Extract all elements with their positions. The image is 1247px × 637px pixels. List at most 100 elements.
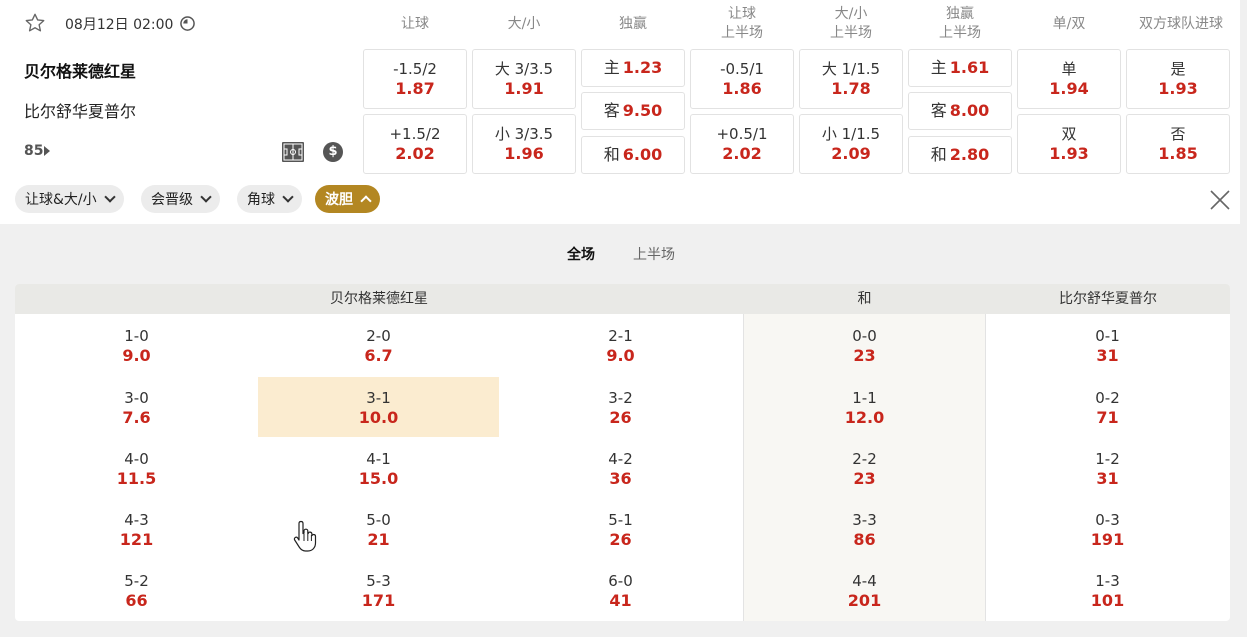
score-label: 2-2	[852, 450, 877, 468]
score-cell[interactable]: 6-0 41	[500, 560, 741, 620]
odd-total-under[interactable]: 小 3/3.5 1.96	[472, 114, 576, 174]
score-odds: 86	[853, 530, 876, 549]
score-odds: 171	[361, 591, 396, 610]
header-handicap-half: 让球 上半场	[721, 6, 763, 41]
score-cell[interactable]: 0-1 31	[987, 315, 1228, 375]
filter-chip-corners[interactable]: 角球	[237, 185, 302, 213]
score-cell[interactable]: 0-0 23	[744, 315, 985, 375]
score-cell[interactable]: 4-1 15.0	[258, 438, 499, 498]
score-cell[interactable]: 4-3 121	[16, 499, 257, 559]
score-cell[interactable]: 4-2 36	[500, 438, 741, 498]
score-label: 3-1	[366, 389, 391, 407]
odd-handicap-half-away[interactable]: +0.5/1 2.02	[690, 114, 794, 174]
header-total-half: 大/小 上半场	[830, 6, 872, 41]
grid-header-home: 贝尔格莱德红星	[330, 291, 428, 307]
odd-handicap-home[interactable]: -1.5/2 1.87	[363, 49, 467, 109]
score-cell[interactable]: 3-2 26	[500, 377, 741, 437]
score-odds: 9.0	[606, 346, 635, 365]
score-odds: 10.0	[358, 408, 399, 427]
away-team-name: 比尔舒华夏普尔	[24, 102, 137, 121]
chevron-down-icon	[103, 190, 116, 203]
odd-win-half-draw[interactable]: 和 2.80	[908, 136, 1012, 174]
odd-total-half-under[interactable]: 小 1/1.5 2.09	[799, 114, 903, 174]
score-label: 3-0	[124, 389, 149, 407]
score-odds: 36	[609, 469, 632, 488]
score-label: 3-3	[852, 511, 877, 529]
filter-chip-handicap-total[interactable]: 让球&大/小	[15, 185, 124, 213]
filter-chip-correct-score[interactable]: 波胆	[315, 185, 380, 213]
filter-chip-qualify[interactable]: 会晋级	[141, 185, 220, 213]
pitch-icon[interactable]	[282, 142, 304, 162]
score-cell[interactable]: 2-2 23	[744, 438, 985, 498]
score-odds: 26	[609, 530, 632, 549]
score-odds: 9.0	[122, 346, 151, 365]
score-cell[interactable]: 4-0 11.5	[16, 438, 257, 498]
score-cell[interactable]: 1-2 31	[987, 438, 1228, 498]
odd-handicap-half-home[interactable]: -0.5/1 1.86	[690, 49, 794, 109]
odd-btts-no[interactable]: 否 1.85	[1126, 114, 1230, 174]
score-cell[interactable]: 5-2 66	[16, 560, 257, 620]
match-card: 08月12日 02:00 贝尔格莱德红星 比尔舒华夏普尔 85 $ 让球 大/小…	[0, 0, 1240, 224]
score-cell[interactable]: 1-0 9.0	[16, 315, 257, 375]
score-odds: 191	[1090, 530, 1125, 549]
score-odds: 6.7	[364, 346, 393, 365]
header-odd-even: 单/双	[1052, 15, 1086, 32]
odd-win-home[interactable]: 主 1.23	[581, 49, 685, 87]
score-cell[interactable]: 2-1 9.0	[500, 315, 741, 375]
score-label: 5-1	[608, 511, 633, 529]
odd-win-half-home[interactable]: 主 1.61	[908, 49, 1012, 87]
score-cell[interactable]: 4-4 201	[744, 560, 985, 620]
score-label: 4-4	[852, 572, 877, 590]
score-odds: 31	[1096, 469, 1119, 488]
correct-score-grid: 贝尔格莱德红星 和 比尔舒华夏普尔 1-0 9.0 2-0 6.7 2-1 9.0 3-0 7…	[15, 284, 1230, 621]
dollar-icon[interactable]: $	[323, 142, 343, 162]
score-odds: 12.0	[844, 408, 885, 427]
score-odds: 201	[847, 591, 882, 610]
more-markets-count[interactable]: 85	[24, 143, 43, 159]
match-betting-panel: 08月12日 02:00 贝尔格莱德红星 比尔舒华夏普尔 85 $ 让球 大/小…	[0, 0, 1247, 637]
tab-full-time[interactable]: 全场	[567, 244, 595, 264]
score-cell[interactable]: 5-1 26	[500, 499, 741, 559]
odd-handicap-away[interactable]: +1.5/2 2.02	[363, 114, 467, 174]
close-icon[interactable]	[1208, 188, 1232, 212]
score-cell[interactable]: 0-3 191	[987, 499, 1228, 559]
score-label: 4-0	[124, 450, 149, 468]
score-odds: 23	[853, 346, 876, 365]
score-odds: 7.6	[122, 408, 151, 427]
score-cell[interactable]: 3-1 10.0	[258, 377, 499, 437]
score-odds: 31	[1096, 346, 1119, 365]
score-odds: 71	[1096, 408, 1119, 427]
score-odds: 41	[609, 591, 632, 610]
home-team-name: 贝尔格莱德红星	[24, 62, 137, 81]
odd-total-over[interactable]: 大 3/3.5 1.91	[472, 49, 576, 109]
grid-header: 贝尔格莱德红星 和 比尔舒华夏普尔	[15, 284, 1230, 314]
odd-odd[interactable]: 单 1.94	[1017, 49, 1121, 109]
score-cell[interactable]: 2-0 6.7	[258, 315, 499, 375]
score-odds: 66	[125, 591, 148, 610]
score-cell[interactable]: 3-3 86	[744, 499, 985, 559]
chevron-down-icon	[282, 190, 294, 203]
chevron-right-icon[interactable]	[44, 146, 50, 156]
chevron-up-icon	[360, 195, 372, 207]
score-cell[interactable]: 0-2 71	[987, 377, 1228, 437]
score-cell[interactable]: 5-3 171	[258, 560, 499, 620]
score-cell[interactable]: 3-0 7.6	[16, 377, 257, 437]
odd-win-half-away[interactable]: 客 8.00	[908, 92, 1012, 130]
score-odds: 26	[609, 408, 632, 427]
odd-win-away[interactable]: 客 9.50	[581, 92, 685, 130]
score-cell[interactable]: 1-3 101	[987, 560, 1228, 620]
score-label: 0-2	[1095, 389, 1120, 407]
star-icon[interactable]	[24, 12, 46, 34]
score-label: 2-0	[366, 327, 391, 345]
header-win: 独赢	[619, 15, 647, 32]
odd-even[interactable]: 双 1.93	[1017, 114, 1121, 174]
score-label: 4-1	[366, 450, 391, 468]
odd-total-half-over[interactable]: 大 1/1.5 1.78	[799, 49, 903, 109]
score-cell[interactable]: 1-1 12.0	[744, 377, 985, 437]
score-label: 5-2	[124, 572, 149, 590]
odd-win-draw[interactable]: 和 6.00	[581, 136, 685, 174]
odd-btts-yes[interactable]: 是 1.93	[1126, 49, 1230, 109]
grid-header-away: 比尔舒华夏普尔	[1059, 291, 1157, 307]
score-label: 1-1	[852, 389, 877, 407]
tab-first-half[interactable]: 上半场	[633, 244, 675, 264]
